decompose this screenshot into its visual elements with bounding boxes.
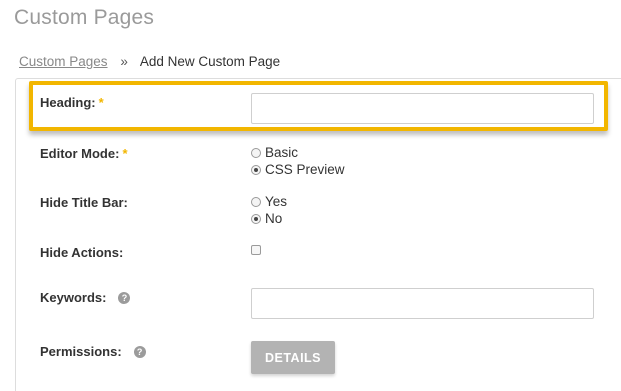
- editor-mode-css-preview-label: CSS Preview: [265, 162, 345, 177]
- help-question-icon[interactable]: ?: [133, 346, 146, 358]
- editor-mode-option-basic[interactable]: Basic: [251, 144, 298, 161]
- breadcrumb: Custom Pages » Add New Custom Page: [19, 54, 280, 69]
- editor-mode-label: Editor Mode: *: [40, 146, 128, 161]
- page: Custom Pages Custom Pages » Add New Cust…: [0, 0, 621, 391]
- required-marker: *: [122, 146, 128, 161]
- keywords-input[interactable]: [251, 288, 594, 319]
- hide-title-bar-label: Hide Title Bar:: [40, 195, 128, 210]
- breadcrumb-current: Add New Custom Page: [139, 54, 281, 69]
- heading-label-text: Heading:: [40, 95, 96, 110]
- hide-actions-label: Hide Actions:: [40, 245, 124, 260]
- radio-checked[interactable]: [251, 164, 261, 175]
- hide-title-bar-no-label: No: [265, 211, 283, 226]
- hide-actions-checkbox[interactable]: [251, 245, 261, 255]
- breadcrumb-link-custom-pages[interactable]: Custom Pages: [19, 54, 108, 69]
- permissions-details-button[interactable]: DETAILS: [251, 341, 335, 374]
- keywords-label: Keywords:?: [40, 290, 131, 305]
- hide-title-bar-option-no[interactable]: No: [251, 210, 282, 227]
- editor-mode-label-text: Editor Mode:: [40, 146, 120, 161]
- radio-checked[interactable]: [251, 213, 261, 224]
- hide-title-bar-option-yes[interactable]: Yes: [251, 193, 287, 210]
- required-marker: *: [98, 95, 104, 110]
- help-question-icon[interactable]: ?: [118, 292, 131, 304]
- permissions-label-text: Permissions:: [40, 344, 122, 359]
- breadcrumb-separator: »: [120, 54, 128, 69]
- heading-label: Heading: *: [40, 95, 104, 110]
- permissions-label: Permissions:?: [40, 344, 146, 359]
- editor-mode-basic-label: Basic: [265, 145, 299, 160]
- radio-unchecked[interactable]: [251, 147, 261, 158]
- page-title: Custom Pages: [14, 6, 155, 29]
- editor-mode-option-css-preview[interactable]: CSS Preview: [251, 161, 345, 178]
- radio-unchecked[interactable]: [251, 196, 261, 207]
- hide-title-bar-yes-label: Yes: [265, 194, 288, 209]
- heading-input[interactable]: [251, 93, 594, 124]
- keywords-label-text: Keywords:: [40, 290, 107, 305]
